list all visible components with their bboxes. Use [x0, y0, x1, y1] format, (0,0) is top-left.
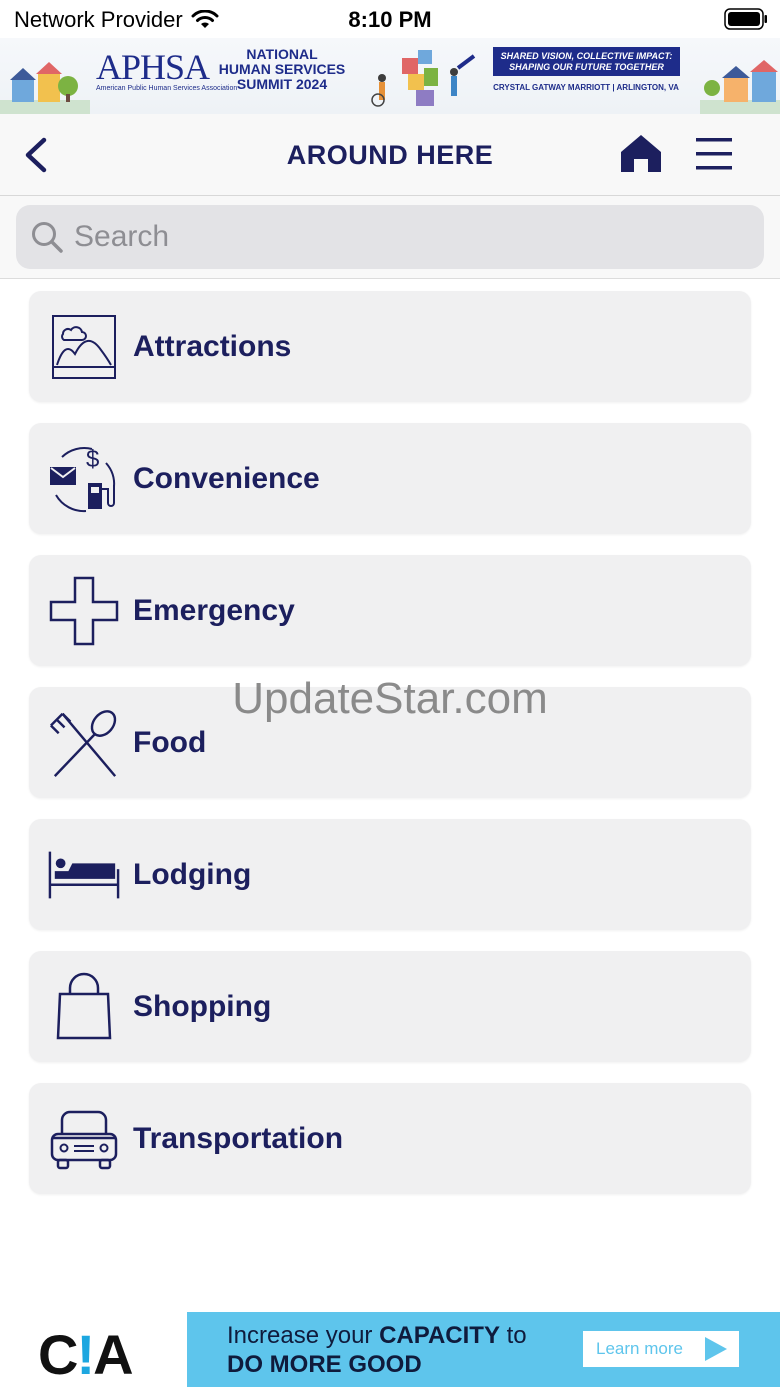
category-label: Attractions	[133, 329, 292, 363]
search-icon	[32, 222, 63, 253]
banner-tagline: SHARED VISION, COLLECTIVE IMPACT: SHAPIN…	[493, 47, 680, 76]
summit-line-3: SUMMIT 2024	[236, 76, 328, 92]
tagline-line-2: SHAPING OUR FUTURE TOGETHER	[509, 62, 664, 72]
ad-line1-bold: CAPACITY	[379, 1322, 500, 1349]
svg-text:$: $	[86, 446, 99, 473]
category-lodging[interactable]: Lodging	[29, 819, 751, 930]
category-shopping[interactable]: Shopping	[29, 951, 751, 1062]
bottom-ad-banner[interactable]: C!A Increase your CAPACITY to DO MORE GO…	[0, 1306, 780, 1387]
category-label: Food	[133, 725, 207, 759]
clock: 8:10 PM	[348, 7, 432, 32]
aphsa-logo: APHSA	[96, 47, 210, 87]
category-convenience[interactable]: $ Convenience	[29, 423, 751, 534]
ad-headline-line-2: DO MORE GOOD	[227, 1351, 422, 1378]
car-icon	[47, 1102, 121, 1176]
category-label: Lodging	[133, 857, 252, 891]
battery-icon	[724, 8, 767, 30]
tagline-line-1: SHARED VISION, COLLECTIVE IMPACT:	[500, 51, 673, 61]
cia-logo: C!A	[38, 1323, 134, 1386]
emergency-cross-icon	[47, 574, 121, 648]
fork-spoon-icon	[47, 706, 121, 780]
category-food[interactable]: Food	[29, 687, 751, 798]
learn-more-label: Learn more	[596, 1339, 683, 1358]
play-arrow-icon	[705, 1337, 727, 1361]
category-emergency[interactable]: Emergency	[29, 555, 751, 666]
category-label: Emergency	[133, 593, 295, 627]
status-bar: Network Provider 8:10 PM	[0, 0, 780, 38]
navigation-bar: AROUND HERE	[0, 114, 780, 196]
ad-line1-pre: Increase your	[227, 1322, 380, 1349]
ad-line1-post: to	[499, 1322, 527, 1349]
bed-icon	[47, 838, 121, 912]
hamburger-menu-icon[interactable]	[692, 134, 736, 174]
attractions-icon	[47, 310, 121, 384]
summit-line-2: HUMAN SERVICES	[218, 61, 346, 77]
summit-line-1: NATIONAL	[246, 46, 318, 62]
event-banner[interactable]: APHSA American Public Human Services Ass…	[0, 38, 780, 114]
category-label: Convenience	[133, 461, 320, 495]
people-building-illustration	[371, 50, 476, 107]
category-transportation[interactable]: Transportation	[29, 1083, 751, 1194]
houses-left-illustration	[0, 62, 90, 114]
shopping-bag-icon	[47, 970, 121, 1044]
summit-title: NATIONAL HUMAN SERVICES SUMMIT 2024	[208, 47, 356, 92]
search-input[interactable]	[74, 220, 714, 254]
category-label: Shopping	[133, 989, 272, 1023]
search-container	[0, 196, 780, 279]
banner-venue: CRYSTAL GATWAY MARRIOTT | ARLINGTON, VA	[493, 83, 679, 92]
learn-more-button[interactable]: Learn more	[583, 1331, 739, 1367]
category-list: Attractions $ Convenience Emergency Food…	[29, 291, 751, 1215]
search-bar[interactable]	[16, 205, 764, 269]
category-attractions[interactable]: Attractions	[29, 291, 751, 402]
houses-right-illustration	[700, 60, 780, 114]
ad-panel[interactable]: Increase your CAPACITY to DO MORE GOOD L…	[187, 1312, 780, 1387]
home-icon[interactable]	[618, 132, 664, 176]
convenience-icon: $	[47, 442, 121, 516]
category-label: Transportation	[133, 1121, 344, 1155]
ad-headline-line-1: Increase your CAPACITY to	[227, 1322, 527, 1350]
